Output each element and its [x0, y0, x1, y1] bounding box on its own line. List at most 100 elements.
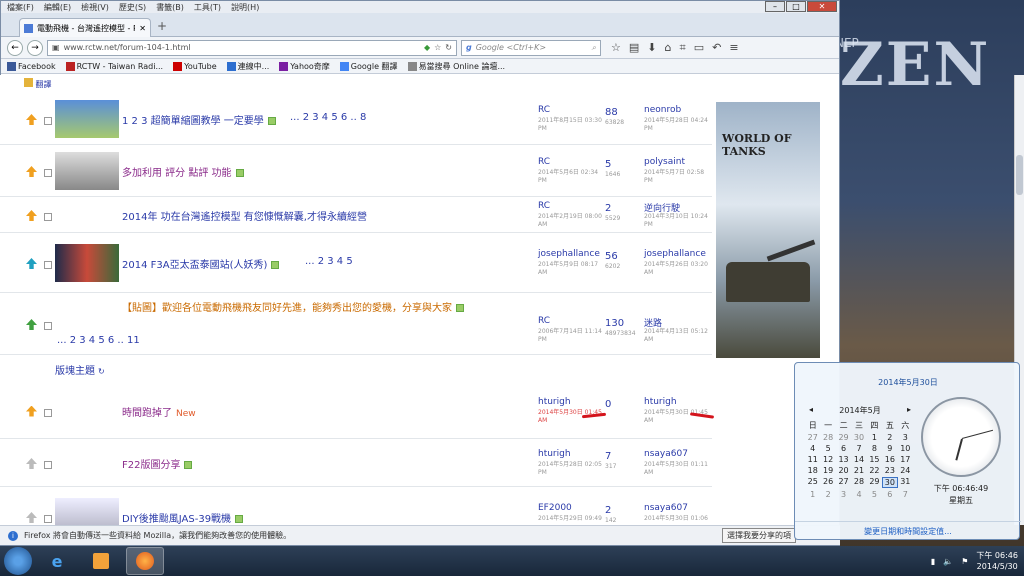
thread-last-poster[interactable]: nsaya607: [644, 503, 688, 513]
thread-checkbox[interactable]: [44, 213, 52, 221]
thread-reply-count[interactable]: 88: [605, 107, 618, 118]
volume-icon[interactable]: 🔈: [943, 557, 953, 566]
thread-title[interactable]: DIY後推颱風JAS-39戰機: [122, 510, 244, 525]
calendar-day[interactable]: 28: [820, 433, 835, 442]
thread-last-poster[interactable]: nsaya607: [644, 449, 688, 459]
calendar-day[interactable]: 29: [836, 433, 851, 442]
flag-icon[interactable]: ⚑: [961, 557, 968, 566]
thread-reply-count[interactable]: 2: [605, 203, 611, 214]
calendar-day[interactable]: 5: [867, 490, 882, 499]
calendar-day[interactable]: 3: [836, 490, 851, 499]
thread-last-poster[interactable]: hturigh: [644, 397, 677, 407]
google-icon[interactable]: g: [466, 43, 472, 52]
calendar-day[interactable]: 30: [882, 477, 898, 488]
thread-author[interactable]: RC: [538, 157, 550, 167]
thread-pagination[interactable]: ... 2 3 4 5: [305, 256, 353, 267]
maximize-button[interactable]: □: [786, 1, 806, 12]
calendar-day[interactable]: 11: [805, 455, 820, 464]
tab-active[interactable]: 電動飛機 - 台灣遙控模型 - RC... ✕: [19, 18, 151, 37]
calendar-day[interactable]: 6: [836, 444, 851, 453]
thread-pagination[interactable]: ... 2 3 4 5 6 .. 8: [290, 112, 366, 123]
thread-thumbnail[interactable]: [55, 100, 119, 138]
calendar-day[interactable]: 9: [882, 444, 897, 453]
advert-banner[interactable]: WORLD OF TANKS: [716, 102, 820, 358]
bookmark-yahoo[interactable]: Yahoo奇摩: [279, 61, 330, 72]
home-icon[interactable]: ⌂: [665, 41, 672, 55]
undo-icon[interactable]: ↶: [712, 41, 721, 55]
calendar-day[interactable]: 21: [851, 466, 866, 475]
search-icon[interactable]: ⌕: [592, 43, 596, 53]
refresh-icon[interactable]: ↻: [98, 367, 105, 376]
thread-author[interactable]: RC: [538, 316, 550, 326]
calendar-day[interactable]: 12: [820, 455, 835, 464]
reader-icon[interactable]: ▤: [629, 41, 639, 55]
calendar-day[interactable]: 27: [836, 477, 851, 488]
calendar-day[interactable]: 15: [867, 455, 882, 464]
thread-last-poster[interactable]: neonrob: [644, 105, 681, 115]
calendar-day[interactable]: 7: [851, 444, 866, 453]
change-datetime-link[interactable]: 變更日期和時間設定值...: [795, 521, 1021, 537]
back-button[interactable]: ←: [7, 39, 23, 56]
thread-title[interactable]: F22版圖分享: [122, 456, 193, 471]
download-icon[interactable]: ⬇: [647, 41, 656, 55]
firefox-taskbar-icon[interactable]: [126, 547, 164, 575]
new-tab-button[interactable]: +: [157, 19, 167, 33]
calendar-day[interactable]: 6: [882, 490, 897, 499]
calendar-day[interactable]: 28: [851, 477, 866, 488]
calendar-day[interactable]: 20: [836, 466, 851, 475]
thread-checkbox[interactable]: [44, 117, 52, 125]
ie-taskbar-icon[interactable]: e: [38, 547, 76, 575]
calendar-month[interactable]: 2014年5月: [839, 405, 880, 416]
calendar-day[interactable]: 8: [867, 444, 882, 453]
section-label[interactable]: 版塊主題 ↻: [55, 362, 105, 377]
star-icon[interactable]: ☆: [611, 41, 621, 55]
calendar-day[interactable]: 26: [820, 477, 835, 488]
thread-title[interactable]: 【貼圖】歡迎各位電動飛機飛友同好先進，能夠秀出您的愛機，分享與大家: [122, 299, 464, 314]
thread-thumbnail[interactable]: [55, 152, 119, 190]
site-identity-icon[interactable]: ▣: [52, 43, 60, 52]
thread-thumbnail[interactable]: [55, 244, 119, 282]
thread-author[interactable]: RC: [538, 105, 550, 115]
calendar-day[interactable]: 4: [805, 444, 820, 453]
menu-item[interactable]: 歷史(S): [119, 2, 146, 13]
thread-title[interactable]: 1 2 3 超簡單縮圖教學 一定要學: [122, 112, 276, 127]
thread-last-poster[interactable]: polysaint: [644, 157, 685, 167]
calendar-day[interactable]: 23: [882, 466, 897, 475]
calendar-day[interactable]: 1: [867, 433, 882, 442]
thread-author[interactable]: RC: [538, 201, 550, 211]
network-icon[interactable]: ▮: [931, 557, 935, 566]
next-month-icon[interactable]: ▸: [907, 405, 911, 416]
menu-item[interactable]: 檔案(F): [7, 2, 34, 13]
thread-last-poster[interactable]: josephallance: [644, 249, 706, 259]
calendar-day[interactable]: 14: [851, 455, 866, 464]
calendar-day[interactable]: 17: [898, 455, 913, 464]
menu-icon[interactable]: ≡: [729, 41, 738, 55]
calendar-day[interactable]: 7: [898, 490, 913, 499]
thread-checkbox[interactable]: [44, 261, 52, 269]
calendar-day[interactable]: 16: [882, 455, 897, 464]
search-bar[interactable]: g Google <Ctrl+K> ⌕: [461, 39, 601, 56]
thread-title[interactable]: 2014年 功在台灣遙控模型 有您慷慨解囊,才得永續經營: [122, 208, 367, 223]
crop-icon[interactable]: ⌗: [679, 41, 685, 55]
reload-icon[interactable]: ↻: [445, 43, 452, 52]
thread-thumbnail[interactable]: [55, 498, 119, 525]
chat-icon[interactable]: ▭: [694, 41, 704, 55]
minimize-button[interactable]: –: [765, 1, 785, 12]
calendar-day[interactable]: 13: [836, 455, 851, 464]
thread-reply-count[interactable]: 2: [605, 505, 611, 516]
start-button[interactable]: [4, 547, 32, 575]
calendar-day[interactable]: 2: [820, 490, 835, 499]
calendar-day[interactable]: 31: [898, 477, 913, 488]
tray-clock[interactable]: 下午 06:46 2014/5/30: [976, 550, 1018, 572]
translate-link[interactable]: 翻譯: [24, 78, 52, 90]
calendar-day[interactable]: 24: [898, 466, 913, 475]
thread-title[interactable]: 多加利用 評分 點評 功能: [122, 164, 244, 179]
media-taskbar-icon[interactable]: [82, 547, 120, 575]
thread-title[interactable]: 2014 F3A亞太盃泰國站(人妖秀): [122, 256, 280, 271]
calendar-day[interactable]: 1: [805, 490, 820, 499]
thread-checkbox[interactable]: [44, 169, 52, 177]
calendar-day[interactable]: 25: [805, 477, 820, 488]
thread-author[interactable]: josephallance: [538, 249, 600, 259]
thread-title[interactable]: 時間跑掉了 New: [122, 404, 196, 419]
calendar-day[interactable]: 10: [898, 444, 913, 453]
